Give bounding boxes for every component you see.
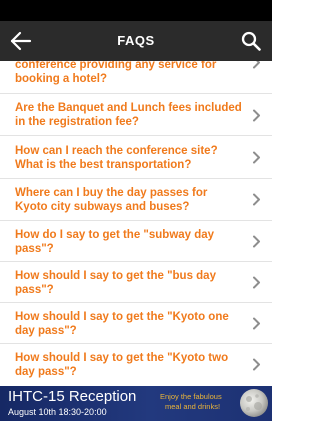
faq-item[interactable]: How should I say to get the "bus day pas… <box>0 262 272 303</box>
faq-question: How should I say to get the "bus day pas… <box>15 270 216 296</box>
navigation-bar: FAQS <box>0 21 272 61</box>
faq-question: How should I say to get the "Kyoto two d… <box>15 352 229 378</box>
faq-question: How do I say to get the "subway day pass… <box>15 229 215 255</box>
faq-question: Are the Banquet and Lunch fees included … <box>15 102 242 128</box>
faq-item[interactable]: How should I say to get the "Kyoto one d… <box>0 303 272 344</box>
faq-item[interactable]: Are the Banquet and Lunch fees included … <box>0 94 272 136</box>
chevron-right-icon <box>253 276 260 289</box>
faq-item[interactable]: conference providing any service for boo… <box>0 61 272 94</box>
chevron-right-icon <box>253 193 260 206</box>
faq-list[interactable]: conference providing any service for boo… <box>0 61 272 386</box>
faq-question: How can I reach the conference site? Wha… <box>15 145 218 171</box>
status-bar <box>0 0 272 21</box>
page-title: FAQS <box>117 33 155 48</box>
reception-ad-banner[interactable]: IHTC-15 Reception August 10th 18:30-20:0… <box>0 386 272 421</box>
faq-item[interactable]: How can I reach the conference site? Wha… <box>0 136 272 179</box>
chevron-right-icon <box>253 151 260 164</box>
faq-question: How should I say to get the "Kyoto one d… <box>15 311 229 337</box>
faq-item[interactable]: How should I say to get the "Kyoto two d… <box>0 344 272 386</box>
faq-question: conference providing any service for boo… <box>15 61 217 85</box>
faq-item[interactable]: How do I say to get the "subway day pass… <box>0 221 272 262</box>
banner-subtitle: August 10th 18:30-20:00 <box>8 407 107 417</box>
faq-question: Where can I buy the day passes for Kyoto… <box>15 187 208 213</box>
search-button[interactable] <box>240 30 262 52</box>
banner-title: IHTC-15 Reception <box>8 388 137 405</box>
search-icon <box>241 31 261 51</box>
chevron-right-icon <box>253 235 260 248</box>
faq-item[interactable]: Where can I buy the day passes for Kyoto… <box>0 179 272 221</box>
banner-tagline: meal and drinks! <box>165 402 221 411</box>
banner-tagline: Enjoy the fabulous <box>160 392 222 401</box>
chevron-right-icon <box>253 317 260 330</box>
moon-icon <box>240 389 268 417</box>
chevron-right-icon <box>253 109 260 122</box>
chevron-right-icon <box>253 358 260 371</box>
chevron-right-icon <box>253 61 260 69</box>
